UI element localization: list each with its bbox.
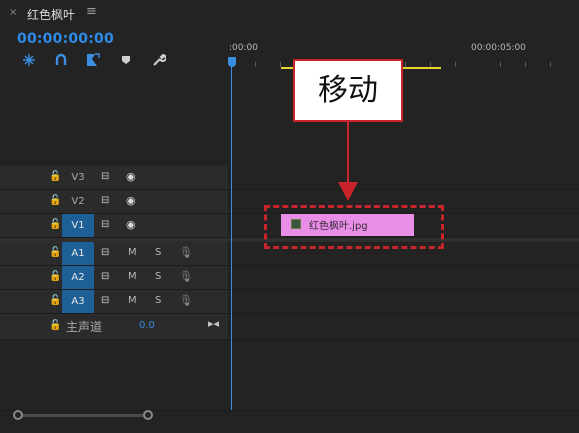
ruler-timecode-start: :00:00 bbox=[229, 43, 258, 53]
microphone-icon[interactable]: 🎙 bbox=[179, 294, 193, 307]
track-row-a2: 🔓 A2 ⊟ M S 🎙 bbox=[0, 266, 579, 290]
lock-icon[interactable]: 🔓 bbox=[49, 295, 61, 306]
track-header-a1: 🔓 A1 ⊟ M S 🎙 bbox=[0, 242, 228, 265]
track-name-v2[interactable]: V2 bbox=[62, 190, 94, 213]
linked-selection-icon[interactable] bbox=[53, 53, 69, 67]
wrench-icon[interactable] bbox=[151, 53, 167, 67]
track-name-a3[interactable]: A3 bbox=[62, 290, 94, 313]
lock-icon[interactable]: 🔓 bbox=[49, 247, 61, 258]
eye-icon[interactable]: ◉ bbox=[126, 218, 136, 231]
master-volume-value[interactable]: 0.0 bbox=[139, 320, 155, 331]
ruler-tick bbox=[255, 62, 256, 67]
playhead-line[interactable] bbox=[231, 66, 232, 410]
track-header-v2: 🔓 V2 ⊟ ◉ bbox=[0, 190, 228, 213]
close-icon[interactable]: × bbox=[9, 7, 17, 18]
track-header-a3: 🔓 A3 ⊟ M S 🎙 bbox=[0, 290, 228, 313]
track-name-a2[interactable]: A2 bbox=[62, 266, 94, 289]
eye-icon[interactable]: ◉ bbox=[126, 170, 136, 183]
track-header-v1: 🔓 V1 ⊟ ◉ bbox=[0, 214, 228, 237]
ruler-tick bbox=[455, 62, 456, 67]
ruler-tick bbox=[500, 62, 501, 67]
go-to-edit-point-icon[interactable]: ▸◂ bbox=[208, 317, 219, 330]
track-name-a1[interactable]: A1 bbox=[62, 242, 94, 265]
scrollbar-start-handle[interactable] bbox=[13, 410, 23, 420]
solo-button[interactable]: S bbox=[155, 247, 161, 258]
mute-button[interactable]: M bbox=[128, 247, 137, 258]
toggle-sync-lock-icon[interactable]: ⊟ bbox=[101, 271, 109, 282]
panel-menu-icon[interactable]: ≡ bbox=[86, 4, 97, 19]
snap-icon[interactable] bbox=[21, 53, 37, 67]
add-marker-icon[interactable] bbox=[85, 53, 101, 67]
mute-button[interactable]: M bbox=[128, 271, 137, 282]
track-header-a2: 🔓 A2 ⊟ M S 🎙 bbox=[0, 266, 228, 289]
toggle-sync-lock-icon[interactable]: ⊟ bbox=[101, 295, 109, 306]
annotation-callout: 移动 bbox=[293, 59, 403, 122]
playhead-handle[interactable] bbox=[228, 57, 236, 67]
track-header-master bbox=[0, 314, 228, 339]
toggle-sync-lock-icon[interactable]: ⊟ bbox=[101, 195, 109, 206]
ruler-tick bbox=[525, 62, 526, 67]
lock-icon[interactable]: 🔓 bbox=[49, 171, 61, 182]
lock-icon[interactable]: 🔓 bbox=[49, 271, 61, 282]
microphone-icon[interactable]: 🎙 bbox=[179, 246, 193, 259]
annotation-dashed-box bbox=[264, 205, 444, 249]
eye-icon[interactable]: ◉ bbox=[126, 194, 136, 207]
timeline-bottom-border bbox=[0, 410, 579, 411]
ruler-tick bbox=[550, 62, 551, 67]
master-track-label: 主声道 bbox=[66, 320, 103, 334]
solo-button[interactable]: S bbox=[155, 295, 161, 306]
toggle-sync-lock-icon[interactable]: ⊟ bbox=[101, 171, 109, 182]
callout-text: 移动 bbox=[318, 73, 378, 108]
solo-button[interactable]: S bbox=[155, 271, 161, 282]
track-row-v3: 🔓 V3 ⊟ ◉ bbox=[0, 166, 579, 190]
scrollbar-end-handle[interactable] bbox=[143, 410, 153, 420]
track-name-v1[interactable]: V1 bbox=[62, 214, 94, 237]
horizontal-scrollbar[interactable] bbox=[20, 414, 146, 417]
arrow-down-icon bbox=[338, 182, 358, 201]
track-name-v3[interactable]: V3 bbox=[62, 166, 94, 189]
annotation-arrow-shaft bbox=[347, 122, 349, 184]
lock-icon[interactable]: 🔓 bbox=[49, 195, 61, 206]
mute-button[interactable]: M bbox=[128, 295, 137, 306]
lock-icon[interactable]: 🔓 bbox=[49, 219, 61, 230]
track-row-a3: 🔓 A3 ⊟ M S 🎙 bbox=[0, 290, 579, 314]
toggle-sync-lock-icon[interactable]: ⊟ bbox=[101, 247, 109, 258]
microphone-icon[interactable]: 🎙 bbox=[179, 270, 193, 283]
toggle-sync-lock-icon[interactable]: ⊟ bbox=[101, 219, 109, 230]
ruler-timecode-5s: 00:00:05:00 bbox=[471, 43, 526, 53]
lock-icon[interactable]: 🔓 bbox=[49, 320, 61, 331]
marker-icon[interactable] bbox=[118, 53, 134, 67]
playhead-timecode[interactable]: 00:00:00:00 bbox=[17, 31, 114, 47]
track-header-v3: 🔓 V3 ⊟ ◉ bbox=[0, 166, 228, 189]
sequence-tab-title[interactable]: 红色枫叶 bbox=[27, 6, 75, 23]
